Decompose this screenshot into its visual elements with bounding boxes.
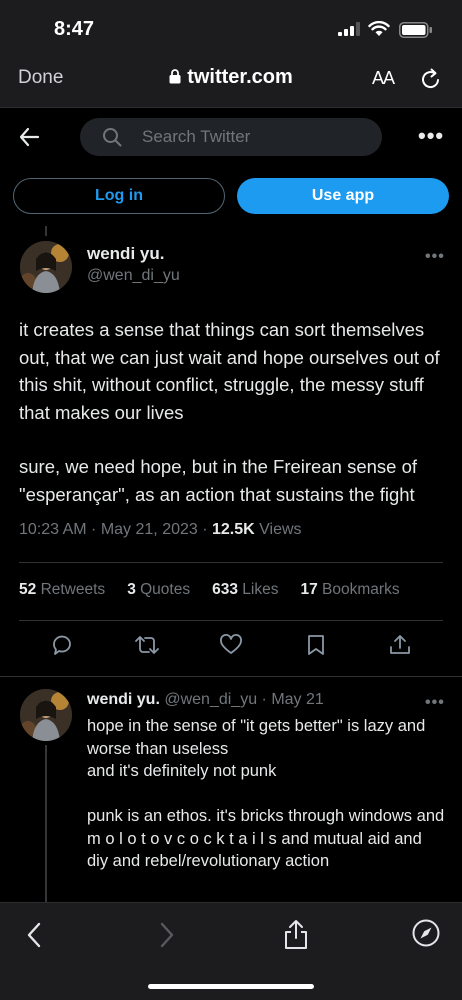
search-input[interactable]: [142, 118, 372, 156]
reload-icon[interactable]: [418, 66, 444, 92]
avatar-image: [20, 689, 72, 741]
search-icon: [103, 128, 122, 147]
divider: [19, 620, 443, 621]
more-icon[interactable]: •••: [418, 125, 444, 147]
reply-header: wendi yu. @wen_di_yu · May 21: [87, 691, 324, 708]
retweet-icon[interactable]: [134, 633, 160, 657]
cellular-signal-icon: [338, 22, 360, 36]
tweet-stats: 52 Retweets 3 Quotes 633 Likes 17 Bookma…: [19, 581, 400, 599]
views-label: Views: [259, 521, 302, 538]
tweet-date[interactable]: May 21, 2023: [101, 521, 198, 538]
twitter-header: •••: [0, 108, 462, 168]
share-icon[interactable]: [282, 918, 310, 950]
bookmark-icon[interactable]: [305, 633, 327, 657]
views-count: 12.5K: [212, 521, 255, 538]
author-name[interactable]: wendi yu.: [87, 244, 164, 264]
login-button[interactable]: Log in: [13, 178, 225, 214]
avatar[interactable]: [20, 689, 72, 741]
share-icon[interactable]: [388, 633, 412, 657]
browser-address-bar: Done twitter.com AA: [0, 56, 462, 108]
chevron-left-icon[interactable]: [24, 921, 44, 949]
home-indicator: [148, 984, 314, 989]
reply-paragraph: hope in the sense of "it gets better" is…: [87, 717, 426, 780]
text-size-button[interactable]: AA: [372, 68, 395, 89]
use-app-button[interactable]: Use app: [237, 178, 449, 214]
reply-text: hope in the sense of "it gets better" is…: [87, 715, 447, 873]
wifi-icon: [368, 21, 390, 36]
author-handle[interactable]: @wen_di_yu: [87, 267, 180, 285]
status-time: 8:47: [54, 18, 95, 40]
status-bar: 8:47: [0, 0, 462, 56]
reply-icon[interactable]: [50, 633, 74, 657]
tweet-paragraph: sure, we need hope, but in the Freirean …: [19, 456, 418, 505]
search-box[interactable]: [80, 118, 382, 156]
reply-paragraph: punk is an ethos. it's bricks through wi…: [87, 807, 445, 870]
reply-author-handle[interactable]: @wen_di_yu: [164, 691, 257, 708]
tweet-time[interactable]: 10:23 AM: [19, 521, 87, 538]
back-arrow-icon[interactable]: [18, 126, 40, 148]
battery-icon: [399, 22, 432, 38]
avatar-image: [20, 241, 72, 293]
chevron-right-icon[interactable]: [157, 921, 177, 949]
heart-icon[interactable]: [219, 633, 243, 657]
tweet-text: it creates a sense that things can sort …: [19, 316, 449, 508]
quotes-stat[interactable]: 3 Quotes: [127, 581, 190, 599]
tweet-actions: [0, 633, 462, 663]
tweet-meta: 10:23 AM · May 21, 2023 · 12.5K Views: [19, 521, 302, 538]
thread-line: [45, 745, 47, 905]
reply-date[interactable]: May 21: [271, 691, 323, 708]
avatar[interactable]: [20, 241, 72, 293]
retweets-stat[interactable]: 52 Retweets: [19, 581, 105, 599]
thread-line: [45, 226, 47, 236]
divider: [19, 562, 443, 563]
divider: [0, 676, 462, 677]
lock-icon: [169, 69, 181, 84]
compass-icon[interactable]: [411, 918, 441, 948]
reply-author-name[interactable]: wendi yu.: [87, 691, 160, 708]
tweet-paragraph: it creates a sense that things can sort …: [19, 319, 440, 423]
likes-stat[interactable]: 633 Likes: [212, 581, 278, 599]
url-text: twitter.com: [187, 66, 293, 88]
tweet-more-icon[interactable]: •••: [425, 248, 445, 266]
reply-more-icon[interactable]: •••: [425, 694, 445, 712]
bookmarks-stat[interactable]: 17 Bookmarks: [300, 581, 399, 599]
